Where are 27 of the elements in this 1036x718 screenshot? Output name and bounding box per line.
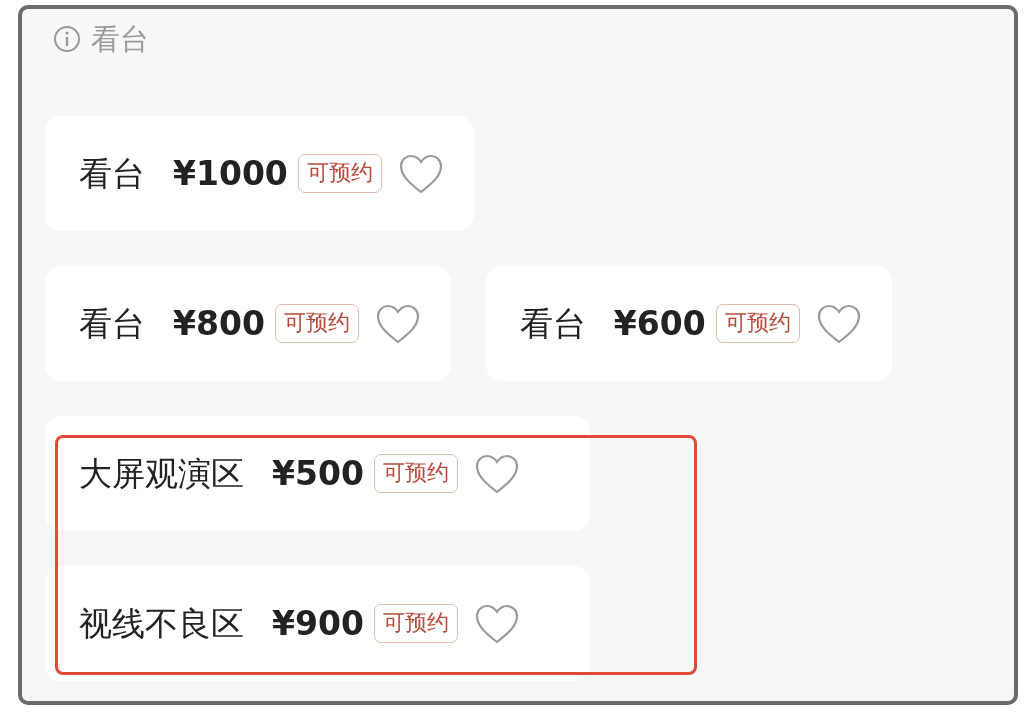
status-tag: 可预约	[274, 304, 359, 343]
heart-icon[interactable]	[815, 302, 862, 345]
status-tag: 可预约	[373, 604, 458, 643]
ticket-card[interactable]: 看台 ¥1000 可预约	[45, 116, 474, 231]
heart-icon[interactable]	[473, 452, 520, 495]
heart-icon[interactable]	[397, 152, 444, 195]
info-icon	[53, 25, 81, 53]
ticket-price: ¥500	[272, 457, 364, 490]
ticket-name: 看台	[519, 307, 586, 340]
ticket-price: ¥1000	[173, 157, 288, 190]
heart-icon[interactable]	[374, 302, 421, 345]
ticket-card[interactable]: 看台 ¥600 可预约	[485, 266, 892, 381]
ticket-name: 视线不良区	[79, 607, 244, 640]
ticket-name: 看台	[79, 157, 145, 190]
section-title: 看台	[91, 24, 149, 54]
status-tag: 可预约	[373, 454, 458, 493]
status-tag: 可预约	[297, 154, 382, 193]
heart-icon[interactable]	[473, 602, 520, 645]
ticket-card[interactable]: 视线不良区 ¥900 可预约	[45, 566, 590, 681]
ticket-name: 看台	[79, 307, 145, 340]
ticket-name: 大屏观演区	[79, 457, 244, 490]
ticket-price: ¥800	[173, 307, 265, 340]
ticket-card[interactable]: 大屏观演区 ¥500 可预约	[45, 416, 590, 531]
status-tag: 可预约	[715, 304, 800, 343]
ticket-card[interactable]: 看台 ¥800 可预约	[45, 266, 451, 381]
ticket-price: ¥900	[272, 607, 364, 640]
ticket-price: ¥600	[613, 307, 706, 340]
